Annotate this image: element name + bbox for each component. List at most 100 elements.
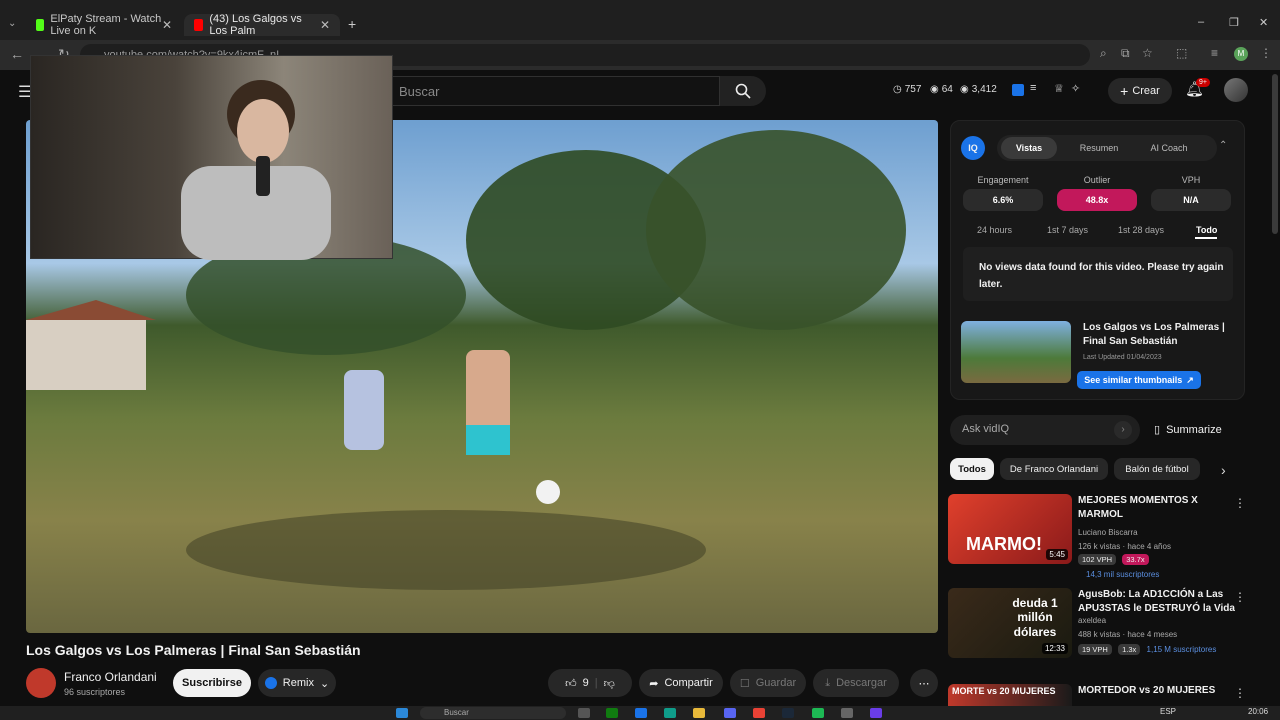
range-24h[interactable]: 24 hours	[977, 225, 1012, 235]
notification-badge: 9+	[1196, 78, 1210, 87]
stat-value: 3,412	[971, 84, 997, 95]
send-chevron-icon[interactable]: ›	[1114, 421, 1132, 439]
engagement-value: 6.6%	[963, 189, 1043, 211]
xbox-icon[interactable]	[606, 708, 618, 718]
stat-value: 757	[904, 84, 922, 95]
eye-icon: ◉	[930, 84, 939, 95]
tab-kick[interactable]: ElPaty Stream - Watch Live on K ✕	[26, 13, 182, 37]
windows-start-icon[interactable]	[396, 708, 408, 718]
more-options-icon[interactable]: ⋮	[1234, 686, 1246, 700]
zoom-icon[interactable]: ⌕	[1100, 46, 1107, 61]
close-window-button[interactable]: ✕	[1259, 16, 1268, 29]
create-button[interactable]: + Crear	[1108, 78, 1172, 104]
more-icon: ⋯	[918, 677, 930, 690]
summarize-button[interactable]: ▯ Summarize	[1154, 423, 1222, 437]
rec-subs: 1,15 M suscriptores	[1146, 645, 1217, 654]
menu-icon[interactable]: ⋮	[1260, 46, 1272, 60]
account-avatar[interactable]	[1224, 78, 1248, 102]
remix-button[interactable]: Remix ⌄	[258, 669, 336, 697]
search-input[interactable]: Buscar	[390, 76, 720, 106]
close-tab-icon[interactable]: ✕	[162, 18, 172, 32]
thumbnail-text: MORTE vs 20 MUJERES	[952, 686, 1056, 696]
chip-channel[interactable]: De Franco Orlandani	[1000, 458, 1108, 480]
obs-icon[interactable]	[870, 708, 882, 718]
tab-youtube[interactable]: (43) Los Galgos vs Los Palm ✕	[184, 13, 340, 37]
back-icon[interactable]: ←	[10, 46, 24, 62]
task-view-icon[interactable]	[578, 708, 590, 718]
discord-icon[interactable]	[724, 708, 736, 718]
taskbar-clock[interactable]: 20:06	[1248, 707, 1268, 716]
tab-vistas[interactable]: Vistas	[1001, 137, 1057, 159]
maximize-button[interactable]: ❐	[1229, 16, 1239, 29]
collapse-chevron-icon[interactable]: ⌃	[1219, 140, 1227, 151]
dislike-icon[interactable]: 👎︎	[604, 677, 615, 690]
duration-badge: 5:45	[1046, 549, 1068, 560]
streamer-image	[181, 80, 331, 260]
tab-ai-coach[interactable]: AI Coach	[1141, 137, 1197, 159]
channel-name[interactable]: Franco Orlandani	[64, 670, 157, 684]
file-explorer-icon[interactable]	[693, 708, 705, 718]
stat-value: 64	[941, 84, 953, 95]
range-28d[interactable]: 1st 28 days	[1118, 225, 1164, 235]
range-7d[interactable]: 1st 7 days	[1047, 225, 1088, 235]
reading-list-icon[interactable]: ≡	[1211, 46, 1218, 60]
outlier-tag: 33.7x	[1122, 554, 1149, 565]
language-indicator[interactable]: ESP	[1160, 707, 1176, 716]
sparkle-icon[interactable]: ✧	[1071, 82, 1080, 95]
ask-vidiq-input[interactable]: Ask vidIQ ›	[950, 415, 1140, 445]
list-icon[interactable]: ≡	[1030, 82, 1036, 94]
subscribe-label: Suscribirse	[182, 677, 242, 689]
rec-views: 126 k vistas · hace 4 años	[1078, 542, 1171, 551]
list-item[interactable]: MORTE vs 20 MUJERES MORTEDOR vs 20 MUJER…	[948, 684, 1258, 706]
channel-avatar[interactable]	[26, 668, 56, 698]
chip-soccer-ball[interactable]: Balón de fútbol	[1114, 458, 1200, 480]
outlier-label: Outlier	[1083, 175, 1111, 185]
app-icon[interactable]	[841, 708, 853, 718]
store-icon[interactable]	[635, 708, 647, 718]
vidiq-extension-icon[interactable]	[1012, 84, 1024, 96]
see-similar-button[interactable]: See similar thumbnails ↗	[1077, 371, 1201, 389]
edge-icon[interactable]	[664, 708, 676, 718]
tab-list-icon[interactable]: ⌄	[8, 18, 16, 29]
vidiq-panel: IQ Vistas Resumen AI Coach ⌃ Engagement …	[950, 120, 1245, 400]
save-label: Guardar	[755, 677, 797, 689]
subscribe-button[interactable]: Suscribirse	[173, 669, 251, 697]
duration-badge: 12:33	[1041, 643, 1068, 654]
save-button[interactable]: ☐ Guardar	[730, 669, 806, 697]
chrome-icon[interactable]	[753, 708, 765, 718]
list-item[interactable]: deuda 1 millón dólares 12:33 AgusBob: La…	[948, 588, 1258, 678]
rec-tags: 19 VPH 1.3x 1,15 M suscriptores	[1078, 644, 1216, 655]
rec-title: MORTEDOR vs 20 MUJERES	[1078, 685, 1216, 696]
page-scrollbar[interactable]	[1272, 74, 1278, 234]
extensions-icon[interactable]: ⬚	[1176, 46, 1187, 60]
chip-todos[interactable]: Todos	[950, 458, 994, 480]
cast-icon[interactable]: ⧉	[1121, 46, 1130, 61]
eye-icon: ◉	[960, 84, 969, 95]
kick-icon	[36, 19, 45, 31]
spotify-icon[interactable]	[812, 708, 824, 718]
summarize-label: Summarize	[1166, 423, 1222, 436]
more-options-icon[interactable]: ⋮	[1234, 590, 1246, 604]
book-icon: ▯	[1154, 424, 1161, 436]
minimize-button[interactable]: –	[1198, 16, 1204, 28]
bookmark-star-icon[interactable]: ☆	[1142, 46, 1153, 60]
profile-avatar[interactable]: M	[1234, 47, 1248, 61]
more-options-icon[interactable]: ⋮	[1234, 496, 1246, 510]
download-button[interactable]: ⤓ Descargar	[813, 669, 899, 697]
tab-resumen[interactable]: Resumen	[1071, 137, 1127, 159]
share-button[interactable]: ➦ Compartir	[639, 669, 723, 697]
search-button[interactable]	[720, 76, 766, 106]
thumbnail-text: MARMO!	[966, 534, 1042, 554]
close-tab-icon[interactable]: ✕	[320, 18, 330, 32]
like-icon[interactable]: 👍︎	[565, 677, 577, 690]
list-item[interactable]: MARMO! 5:45 MEJORES MOMENTOS X MARMOL Lu…	[948, 494, 1258, 584]
taskbar-search-input[interactable]: Buscar	[420, 707, 566, 719]
new-tab-button[interactable]: +	[348, 16, 356, 32]
chips-next-icon[interactable]: ›	[1221, 462, 1226, 478]
tab-label: (43) Los Galgos vs Los Palm	[209, 13, 302, 37]
download-icon: ⤓	[825, 676, 831, 689]
more-actions-button[interactable]: ⋯	[910, 669, 938, 697]
trophy-icon[interactable]: ♕	[1054, 82, 1064, 95]
range-all[interactable]: Todo	[1196, 225, 1217, 235]
steam-icon[interactable]	[782, 708, 794, 718]
